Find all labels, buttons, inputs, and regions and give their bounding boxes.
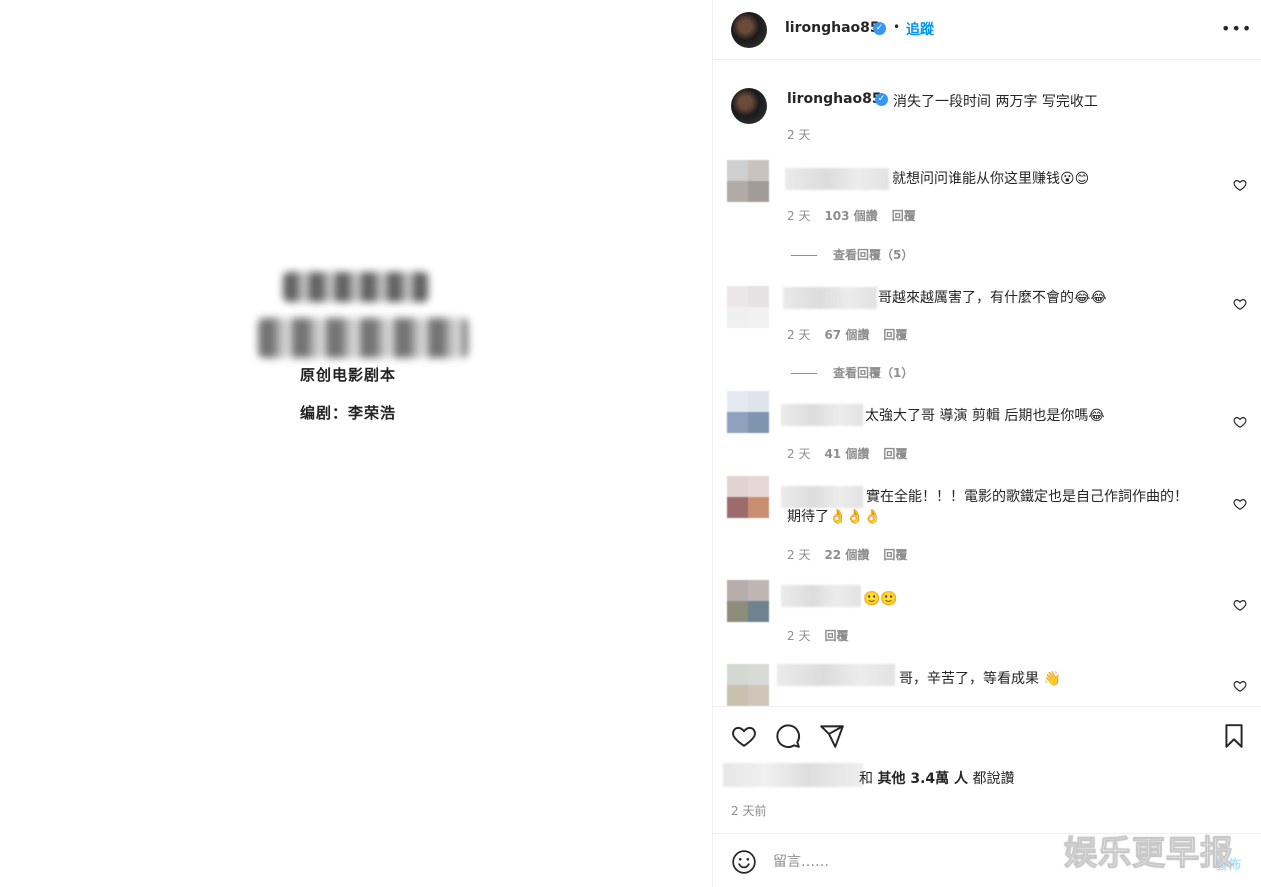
comment-time: 2 天 bbox=[787, 548, 811, 562]
comment-like-heart-icon[interactable] bbox=[1233, 497, 1247, 511]
caption-time: 2 天 bbox=[787, 128, 811, 142]
bookmark-icon[interactable] bbox=[1221, 723, 1247, 749]
comment-reply-button[interactable]: 回覆 bbox=[824, 629, 848, 643]
replies-line bbox=[791, 255, 817, 256]
comment-text: 哥越來越厲害了，有什麼不會的😂😂 bbox=[878, 290, 1107, 306]
caption-text: 消失了一段时间 两万字 写完收工 bbox=[893, 94, 1098, 110]
post-time-ago[interactable]: 2 天前 bbox=[731, 802, 766, 819]
post-actions: 和 其他 3.4萬 人 都說讚 2 天前 bbox=[713, 706, 1261, 834]
view-replies-button[interactable]: 查看回覆（5） bbox=[791, 246, 913, 263]
comment-like-heart-icon[interactable] bbox=[1233, 415, 1247, 429]
author-avatar[interactable] bbox=[731, 12, 767, 48]
comment-reply-button[interactable]: 回覆 bbox=[892, 209, 916, 223]
comment-like-heart-icon[interactable] bbox=[1233, 598, 1247, 612]
comment-time: 2 天 bbox=[787, 328, 811, 342]
comment-avatar[interactable] bbox=[727, 391, 769, 433]
watermark-text: 娱乐更早报 bbox=[1064, 833, 1234, 873]
comment-username-blurred[interactable] bbox=[783, 287, 877, 309]
comment-like-heart-icon[interactable] bbox=[1233, 679, 1247, 693]
comment-username-blurred[interactable] bbox=[781, 585, 861, 607]
blurred-title-line-2 bbox=[258, 318, 468, 358]
script-subtitle: 原创电影剧本 bbox=[300, 366, 397, 384]
likes-others: 其他 3.4萬 人 bbox=[877, 771, 969, 787]
author-username[interactable]: lironghao85 bbox=[785, 20, 880, 36]
comment-text: 太強大了哥 導演 剪輯 后期也是你嗎😂 bbox=[865, 408, 1105, 424]
likes-summary[interactable]: 和 其他 3.4萬 人 都說讚 bbox=[859, 768, 1014, 788]
comment-meta: 2 天 22 個讚 回覆 bbox=[787, 546, 921, 563]
blurred-title-line-1 bbox=[283, 272, 429, 302]
comment-meta: 2 天 67 個讚 回覆 bbox=[787, 326, 921, 343]
comment-avatar[interactable] bbox=[727, 580, 769, 622]
comment-meta: 2 天 41 個讚 回覆 bbox=[787, 445, 921, 462]
comment-username-blurred[interactable] bbox=[777, 664, 895, 686]
caption-username[interactable]: lironghao85 bbox=[787, 91, 882, 107]
comment-text: 🙂🙂 bbox=[863, 591, 898, 607]
comment-text: 哥，辛苦了，等看成果 👋 bbox=[899, 671, 1061, 687]
comment-time: 2 天 bbox=[787, 209, 811, 223]
script-writer: 编剧：李荣浩 bbox=[300, 404, 397, 422]
caption-avatar[interactable] bbox=[731, 88, 767, 124]
view-replies-button[interactable]: 查看回覆（1） bbox=[791, 364, 913, 381]
likes-suffix: 都說讚 bbox=[972, 771, 1015, 787]
comment-meta: 2 天回覆 bbox=[787, 627, 862, 644]
follow-button[interactable]: 追蹤 bbox=[906, 19, 934, 39]
comment-avatar[interactable] bbox=[727, 286, 769, 328]
comment-avatar[interactable] bbox=[727, 160, 769, 202]
comment-reply-button[interactable]: 回覆 bbox=[883, 328, 907, 342]
verified-badge-icon: ✓ bbox=[873, 22, 886, 35]
comment-username-blurred[interactable] bbox=[785, 168, 889, 190]
more-options-icon[interactable]: ••• bbox=[1221, 19, 1252, 38]
post-header: lironghao85 ✓ • 追蹤 ••• bbox=[713, 0, 1261, 60]
comment-time: 2 天 bbox=[787, 629, 811, 643]
comment-text: 就想问问谁能从你这里赚钱😮😊 bbox=[892, 171, 1090, 187]
comment-meta: 2 天 103 個讚 回覆 bbox=[787, 207, 930, 224]
comment-username-blurred[interactable] bbox=[781, 404, 863, 426]
caption-verified-icon: ✓ bbox=[875, 93, 888, 106]
emoji-icon[interactable] bbox=[731, 849, 757, 875]
comment-likes[interactable]: 103 個讚 bbox=[824, 209, 877, 223]
post-media: 原创电影剧本 编剧：李荣浩 bbox=[0, 0, 713, 887]
comment-likes[interactable]: 67 個讚 bbox=[824, 328, 869, 342]
liked-by-users-blurred[interactable] bbox=[723, 763, 863, 787]
post-detail-panel: lironghao85 ✓ • 追蹤 ••• lironghao85 ✓ 消失了… bbox=[713, 0, 1261, 887]
comment-reply-button[interactable]: 回覆 bbox=[883, 548, 907, 562]
separator-dot: • bbox=[893, 20, 901, 34]
comment-likes[interactable]: 41 個讚 bbox=[824, 447, 869, 461]
comment-text: 實在全能！！！電影的歌鐵定也是自己作詞作曲的！期待了👌👌👌 bbox=[787, 489, 1188, 525]
view-replies-label: 查看回覆（1） bbox=[833, 366, 914, 380]
comment-like-heart-icon[interactable] bbox=[1233, 178, 1247, 192]
comment-like-heart-icon[interactable] bbox=[1233, 297, 1247, 311]
comment-likes[interactable]: 22 個讚 bbox=[824, 548, 869, 562]
share-icon[interactable] bbox=[819, 723, 845, 749]
likes-prefix: 和 bbox=[859, 771, 873, 787]
heart-icon[interactable] bbox=[731, 723, 757, 749]
comment-time: 2 天 bbox=[787, 447, 811, 461]
view-replies-label: 查看回覆（5） bbox=[833, 248, 914, 262]
comment-reply-button[interactable]: 回覆 bbox=[883, 447, 907, 461]
replies-line bbox=[791, 373, 817, 374]
comment-avatar[interactable] bbox=[727, 476, 769, 518]
comment-avatar[interactable] bbox=[727, 664, 769, 706]
comment-icon[interactable] bbox=[775, 723, 801, 749]
